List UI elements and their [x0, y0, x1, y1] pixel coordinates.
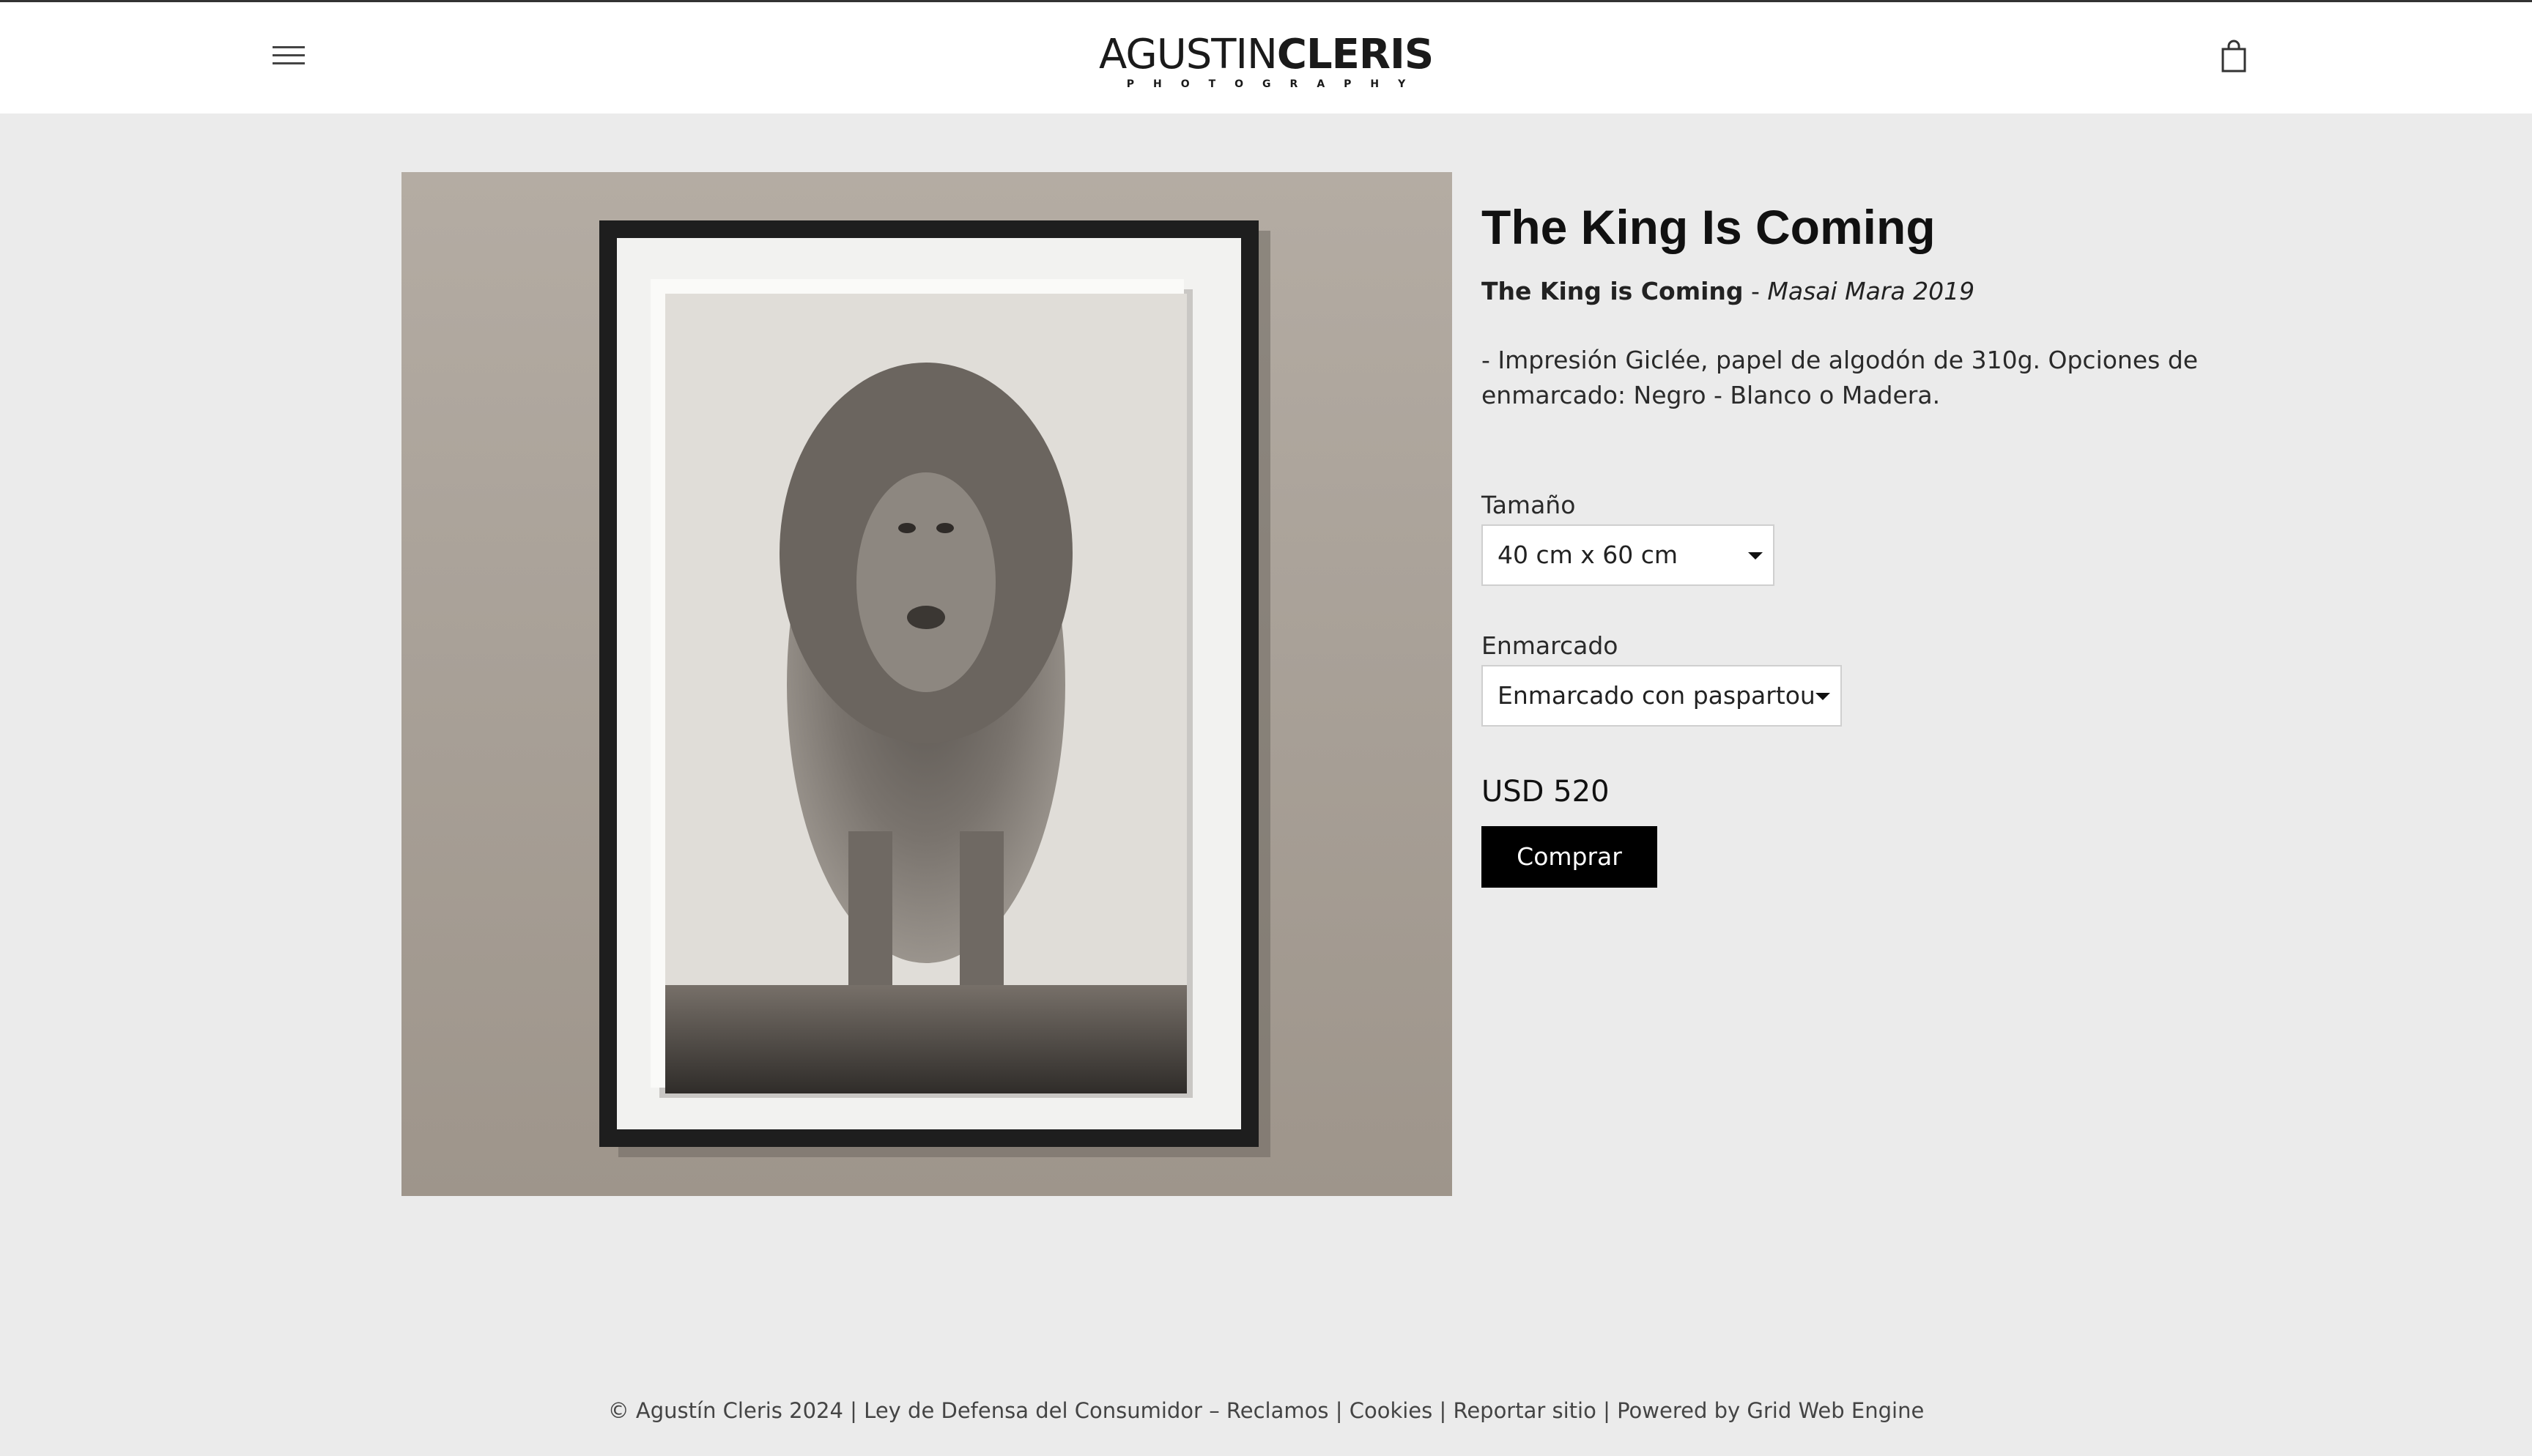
size-label: Tamaño [1481, 491, 1576, 519]
site-logo[interactable]: AGUSTINCLERIS PHOTOGRAPHY [1099, 31, 1434, 91]
site-footer: © Agustín Cleris 2024 | Ley de Defensa d… [0, 1396, 2532, 1425]
footer-separator: | [1328, 1398, 1350, 1423]
logo-tagline: PHOTOGRAPHY [1126, 78, 1425, 90]
site-header: AGUSTINCLERIS PHOTOGRAPHY [0, 2, 2532, 114]
subtitle-name: The King is Coming [1481, 277, 1744, 305]
size-select[interactable]: 40 cm x 60 cm [1481, 524, 1774, 586]
product-info: The King Is Coming The King is Coming - … [1481, 198, 2214, 888]
logo-wordmark: AGUSTINCLERIS [1099, 31, 1434, 78]
subtitle-separator: - [1743, 277, 1768, 305]
logo-last-name: CLERIS [1276, 31, 1434, 78]
product-title: The King Is Coming [1481, 200, 1936, 254]
footer-link-consumer[interactable]: Ley de Defensa del Consumidor – Reclamos [864, 1398, 1328, 1423]
frame-select-value: Enmarcado con paspartou [1498, 681, 1815, 710]
footer-separator: | [1432, 1398, 1454, 1423]
footer-separator: | [1596, 1398, 1618, 1423]
frame-select[interactable]: Enmarcado con paspartou [1481, 665, 1842, 727]
footer-link-powered[interactable]: Powered by Grid Web Engine [1617, 1398, 1924, 1423]
buy-button[interactable]: Comprar [1481, 826, 1657, 888]
product-description: - Impresión Giclée, papel de algodón de … [1481, 346, 2199, 409]
footer-separator: | [843, 1398, 865, 1423]
subtitle-location: Masai Mara 2019 [1767, 277, 1975, 305]
product-subtitle: The King is Coming - Masai Mara 2019 [1481, 275, 2214, 308]
footer-link-report[interactable]: Reportar sitio [1453, 1398, 1596, 1423]
footer-link-cookies[interactable]: Cookies [1350, 1398, 1433, 1423]
frame-label: Enmarcado [1481, 631, 1618, 660]
caret-down-icon [1748, 552, 1763, 560]
footer-copyright: © Agustín Cleris 2024 [607, 1398, 843, 1423]
framed-lion-photograph-icon [401, 172, 1452, 1196]
caret-down-icon [1815, 693, 1830, 700]
logo-first-name: AGUSTIN [1099, 31, 1278, 78]
product-image[interactable] [401, 172, 1452, 1196]
hamburger-menu-icon[interactable] [273, 46, 305, 68]
product-price: USD 520 [1481, 775, 1610, 809]
shopping-bag-icon[interactable] [2218, 39, 2249, 74]
size-select-value: 40 cm x 60 cm [1498, 541, 1678, 569]
